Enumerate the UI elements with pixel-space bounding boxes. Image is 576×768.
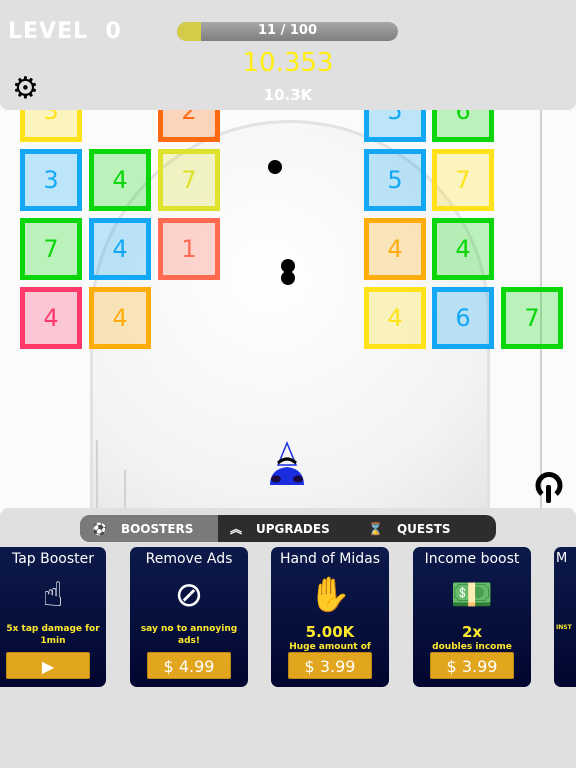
hourglass-clock-icon: ⌛ <box>368 521 383 536</box>
brick: 7 <box>501 287 563 349</box>
tab-label: BOOSTERS <box>120 521 194 536</box>
power-icon[interactable] <box>533 470 565 506</box>
card-title: Remove Ads <box>145 551 233 567</box>
shop-card[interactable]: Tap Booster ☝ 5x tap damage for 1min ▶ <box>0 547 106 687</box>
hand-coins-icon: ✋ <box>308 575 352 615</box>
card-amount: 2x <box>461 623 483 641</box>
boosters-icon: ⚽ <box>92 521 107 536</box>
brick: 4 <box>89 218 151 280</box>
level-progress-bar: 11 / 100 <box>177 22 398 41</box>
card-description: say no to annoying ads! <box>140 624 238 646</box>
gear-icon[interactable]: ⚙ <box>12 74 39 104</box>
tab-label: UPGRADES <box>256 521 330 536</box>
level-indicator: LEVEL 0 <box>8 19 122 44</box>
tab-upgrades[interactable]: ︽ UPGRADES <box>218 515 356 542</box>
brick: 3 <box>20 149 82 211</box>
progress-text: 11 / 100 <box>257 23 318 38</box>
card-title: M <box>556 551 568 566</box>
tab-label: QUESTS <box>396 521 451 536</box>
brick: 4 <box>89 149 151 211</box>
level-label: LEVEL <box>8 19 89 44</box>
card-title: Income boost <box>424 551 520 567</box>
shop-panel: ⚽ BOOSTERS ︽ UPGRADES ⌛ QUESTS Tap Booster … <box>0 508 576 768</box>
tab-boosters[interactable]: ⚽ BOOSTERS <box>80 515 218 542</box>
tab-quests[interactable]: ⌛ QUESTS <box>356 515 496 542</box>
card-description: INST <box>556 624 572 631</box>
hand-money-icon: 💵 <box>450 575 494 615</box>
no-ads-icon: ⊘ <box>174 575 204 615</box>
brick: 6 <box>432 287 494 349</box>
buy-button[interactable]: $ 4.99 <box>147 652 231 679</box>
shop-card[interactable]: Remove Ads ⊘ say no to annoying ads! $ 4… <box>130 547 248 687</box>
card-title: Hand of Midas <box>280 551 380 567</box>
brick: 4 <box>89 287 151 349</box>
card-description: 5x tap damage for 1min <box>6 624 100 646</box>
ship-paddle[interactable] <box>268 441 308 489</box>
brick: 4 <box>364 287 426 349</box>
buy-button[interactable]: $ 3.99 <box>430 652 514 679</box>
shop-card[interactable]: Hand of Midas ✋ 5.00K Huge amount of mon… <box>271 547 389 687</box>
brick: 7 <box>158 149 220 211</box>
tap-hand-icon: ☝ <box>42 575 64 615</box>
circuit-trace <box>96 440 98 510</box>
card-title: Tap Booster <box>11 551 95 567</box>
buy-button[interactable]: $ 3.99 <box>288 652 372 679</box>
brick: 5 <box>364 149 426 211</box>
shop-tabs: ⚽ BOOSTERS ︽ UPGRADES ⌛ QUESTS <box>80 515 496 542</box>
circuit-trace <box>124 470 126 510</box>
chevrons-up-icon: ︽ <box>230 522 243 536</box>
brick: 7 <box>20 218 82 280</box>
ball <box>281 271 295 285</box>
hud: LEVEL 0 11 / 100 10.353 10.3K ⚙ <box>0 0 576 110</box>
ball <box>268 160 282 174</box>
level-value: 0 <box>105 19 122 44</box>
brick: 7 <box>432 149 494 211</box>
score: 10.353 <box>242 48 334 78</box>
brick: 1 <box>158 218 220 280</box>
watch-ad-button[interactable]: ▶ <box>6 652 90 679</box>
brick: 4 <box>432 218 494 280</box>
shop-card[interactable]: Income boost 💵 2x doubles income FOREVER… <box>413 547 531 687</box>
income-rate: 10.3K <box>263 86 313 104</box>
brick: 4 <box>364 218 426 280</box>
card-icon <box>556 566 576 622</box>
shop-card[interactable]: M INST <box>554 547 576 687</box>
brick: 4 <box>20 287 82 349</box>
card-amount: 5.00K <box>305 623 355 641</box>
